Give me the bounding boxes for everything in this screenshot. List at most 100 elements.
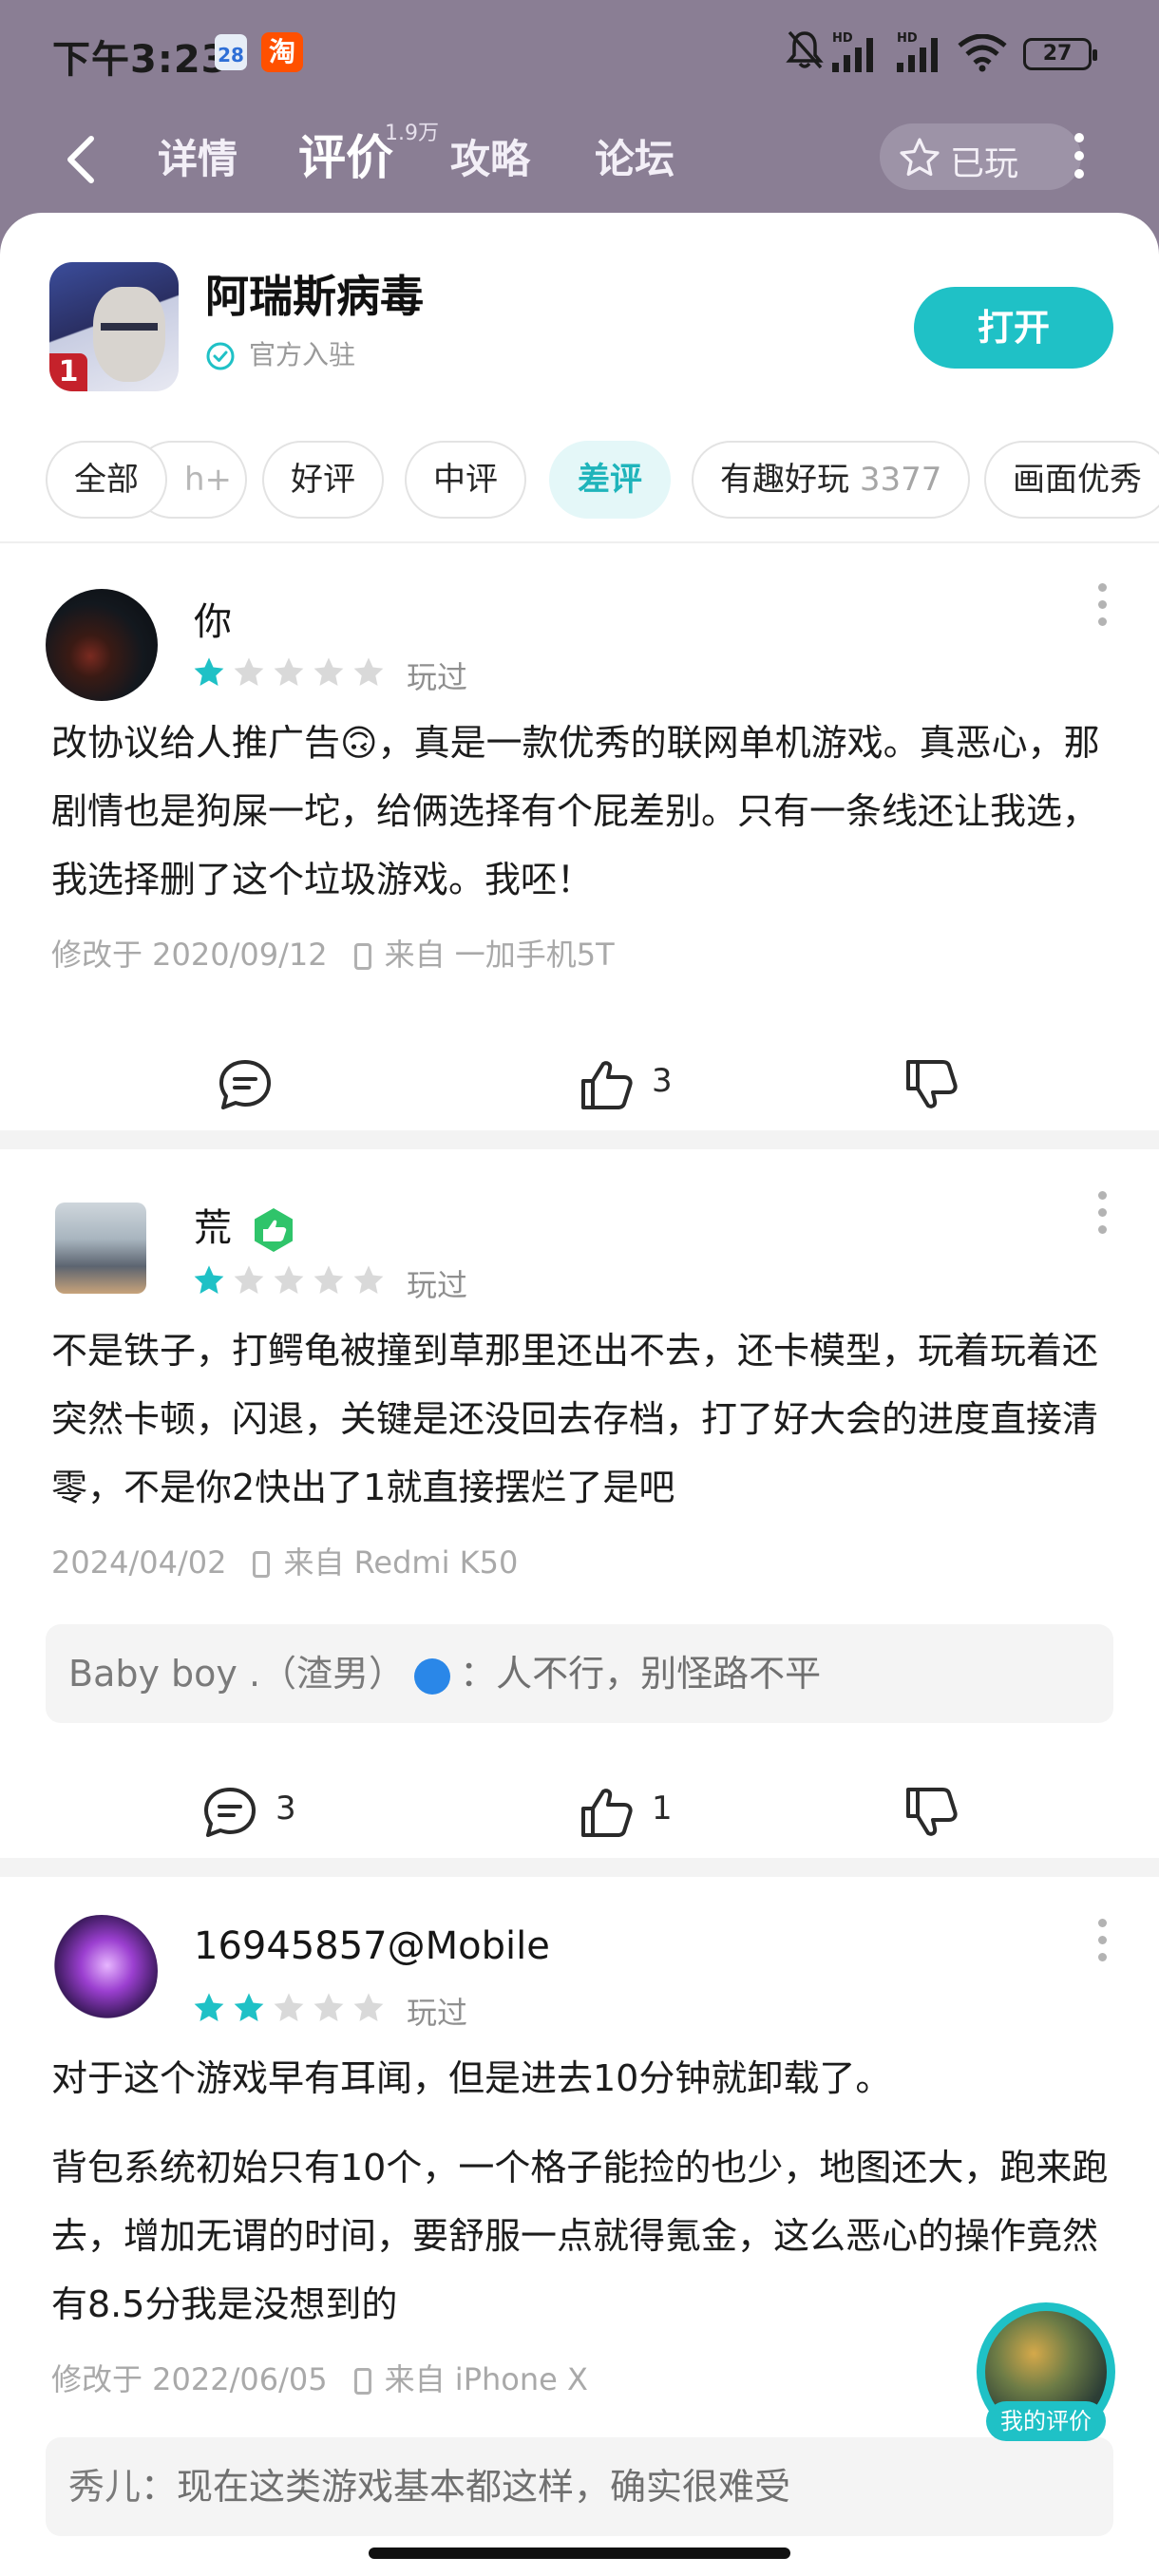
comment-icon: [204, 1788, 256, 1837]
star-empty-icon: [274, 1265, 304, 1294]
reply-text: ：人不行，别怪路不平: [460, 1653, 822, 1695]
filter-chip-mid[interactable]: 中评: [405, 441, 526, 519]
mute-bell-icon: [786, 30, 824, 69]
review-username[interactable]: 16945857@Mobile: [194, 1924, 550, 1968]
filter-chip-fun-count: 3377: [859, 461, 942, 499]
section-separator: [0, 1130, 1159, 1149]
filter-chip-fun[interactable]: 有趣好玩 3377: [692, 441, 971, 519]
review-device: 来自 一加手机5T: [384, 937, 615, 973]
wifi-icon: [958, 34, 1007, 72]
phone-icon: [353, 943, 371, 970]
phone-icon: [253, 1551, 271, 1578]
review-body: 不是铁子，打鳄龟被撞到草那里还出不去，还卡模型，玩着玩着还突然卡顿，闪退，关键是…: [51, 1330, 1099, 1508]
review-actions: 3 1: [0, 1772, 1159, 1848]
tab-details[interactable]: 详情: [158, 127, 238, 185]
star-empty-icon: [353, 1265, 384, 1294]
reply-username[interactable]: 秀儿: [68, 2466, 141, 2508]
played-tag: 玩过: [407, 1267, 468, 1303]
filter-chip-bad[interactable]: 差评: [549, 441, 671, 519]
green-thumb-badge-icon: [254, 1208, 293, 1252]
back-arrow-icon[interactable]: [57, 131, 106, 188]
avatar[interactable]: [55, 1203, 146, 1294]
tab-forum[interactable]: 论坛: [595, 127, 674, 185]
star-filled-icon: [194, 657, 224, 686]
played-button[interactable]: 已玩: [880, 123, 1081, 190]
content-sheet: 1 阿瑞斯病毒 官方入驻 打开 h+ 全部 好评 中评 差评 有趣好玩 3377…: [0, 213, 1159, 2576]
review-count: 1.9万: [385, 122, 439, 145]
section-separator: [0, 1858, 1159, 1877]
more-menu-icon[interactable]: [1072, 133, 1087, 182]
review-body-p1: 对于这个游戏早有耳闻，但是进去10分钟就卸载了。: [51, 2057, 892, 2099]
svg-text:HD: HD: [897, 31, 918, 46]
reply-preview[interactable]: 秀儿：现在这类游戏基本都这样，确实很难受: [46, 2437, 1113, 2536]
reply-text: ：现在这类游戏基本都这样，确实很难受: [141, 2466, 791, 2508]
official-label: 官方入驻: [249, 339, 356, 370]
review-username[interactable]: 你: [194, 591, 232, 646]
app-info: 1 阿瑞斯病毒 官方入驻 打开: [0, 213, 1159, 422]
thumbs-down-icon: [906, 1060, 958, 1108]
app-name: 阿瑞斯病毒: [205, 271, 424, 322]
played-tag: 玩过: [407, 659, 468, 695]
review-body: 改协议给人推广告🙃，真是一款优秀的联网单机游戏。真恶心，那剧情也是狗屎一坨，给俩…: [51, 722, 1100, 900]
star-empty-icon: [274, 657, 304, 686]
star-empty-icon: [353, 1993, 384, 2021]
review-more-icon[interactable]: [1098, 583, 1108, 635]
played-tag: 玩过: [407, 1995, 468, 2031]
filter-chips: h+ 全部 好评 中评 差评 有趣好玩 3377 画面优秀: [0, 441, 1159, 521]
comment-icon: [219, 1060, 271, 1109]
home-indicator[interactable]: [369, 2548, 790, 2559]
review-date: 修改于 2020/09/12: [51, 937, 328, 973]
filter-chip-graphics[interactable]: 画面优秀: [984, 441, 1159, 519]
star-empty-icon: [234, 657, 264, 686]
review-body-p2: 背包系统初始只有10个，一个格子能捡的也少，地图还大，跑来跑去，增加无谓的时间，…: [51, 2147, 1109, 2325]
filter-chip-all[interactable]: 全部: [46, 441, 167, 519]
filter-chip-good[interactable]: 好评: [262, 441, 384, 519]
reply-username[interactable]: Baby boy .（渣男）: [68, 1653, 405, 1695]
open-button[interactable]: 打开: [914, 287, 1113, 369]
thumbs-down-icon: [906, 1788, 958, 1836]
filter-chip-fun-label: 有趣好玩: [720, 461, 849, 499]
review-more-icon[interactable]: [1098, 1191, 1108, 1242]
status-bar: 下午3:23 28 淘 HD HD 27: [0, 0, 1159, 104]
played-label: 已玩: [950, 144, 1019, 183]
verified-check-icon: [206, 342, 235, 370]
review-meta: 2024/04/02 来自 Redmi K50: [51, 1539, 518, 1582]
star-filled-icon: [194, 1993, 224, 2021]
signal-1-icon: HD: [832, 31, 873, 72]
star-empty-icon: [314, 1993, 344, 2021]
like-count: 3: [652, 1062, 673, 1100]
app-icon-badge: 1: [49, 353, 87, 391]
avatar[interactable]: [46, 1915, 158, 2027]
rating-stars: [192, 1991, 391, 2027]
review-meta: 修改于 2020/09/12 来自 一加手机5T: [51, 931, 615, 975]
my-review-button[interactable]: 我的评价: [977, 2302, 1115, 2441]
review-actions: 3: [0, 1045, 1159, 1121]
official-badge: 官方入驻: [205, 334, 355, 372]
star-filled-icon: [194, 1265, 224, 1294]
review-card: 16945857@Mobile 玩过 对于这个游戏早有耳闻，但是进去10分钟就卸…: [0, 1877, 1159, 2576]
my-review-label: 我的评价: [986, 2401, 1106, 2441]
review-card: 荒 玩过 不是铁子，打鳄龟被撞到草那里还出不去，还卡模型，玩着玩着还突然卡顿，闪…: [0, 1149, 1159, 1890]
tab-guides[interactable]: 攻略: [450, 127, 530, 185]
star-empty-icon: [274, 1993, 304, 2021]
status-time: 下午3:23: [52, 38, 229, 82]
rating-stars: [192, 655, 391, 691]
comment-count: 3: [276, 1790, 296, 1828]
review-device: 来自 Redmi K50: [283, 1544, 519, 1581]
app-icon[interactable]: 1: [49, 262, 179, 391]
avatar[interactable]: [46, 589, 158, 701]
tab-reviews[interactable]: 评价: [298, 120, 393, 188]
review-username-text[interactable]: 荒: [194, 1206, 232, 1250]
reply-preview[interactable]: Baby boy .（渣男） ：人不行，别怪路不平: [46, 1624, 1113, 1723]
gamepad-icon: [414, 1657, 451, 1695]
like-count: 1: [652, 1790, 673, 1828]
review-date: 修改于 2022/06/05: [51, 2361, 328, 2397]
top-header: 下午3:23 28 淘 HD HD 27 详情 评价 1.9万 攻略 论坛 已玩: [0, 0, 1159, 218]
calendar-icon: 28: [215, 34, 247, 70]
battery-indicator: 27: [1023, 38, 1097, 70]
phone-icon: [353, 2368, 371, 2395]
nav-bar: 详情 评价 1.9万 攻略 论坛 已玩: [0, 114, 1159, 199]
review-more-icon[interactable]: [1098, 1919, 1108, 1970]
signal-2-icon: HD: [897, 31, 938, 72]
taobao-icon: 淘: [261, 32, 303, 72]
